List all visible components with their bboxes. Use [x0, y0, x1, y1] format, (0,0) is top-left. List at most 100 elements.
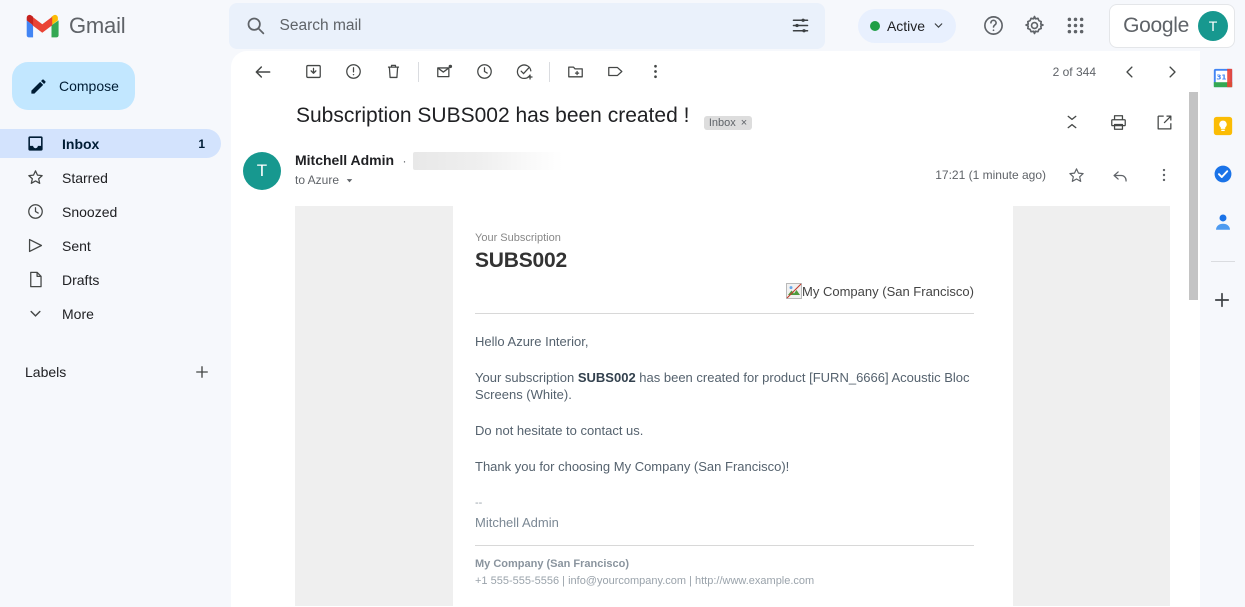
contact-line: Do not hesitate to contact us. [475, 423, 644, 438]
back-button[interactable] [243, 52, 283, 92]
report-spam-button[interactable] [333, 52, 373, 92]
avatar[interactable]: T [243, 152, 281, 190]
sidebar-item-label: Drafts [62, 271, 100, 288]
search-icon [245, 15, 266, 36]
sender-row: T Mitchell Admin · to Azure 17:21 (1 min… [231, 142, 1200, 195]
report-spam-icon [344, 62, 363, 81]
sidebar-item-drafts[interactable]: Drafts [0, 265, 231, 294]
more-options-button[interactable] [635, 52, 675, 92]
sidebar: Compose Inbox 1 Starred Snoozed Sent Dra… [0, 51, 231, 607]
collapse-all-icon [1063, 113, 1081, 131]
next-page-button[interactable] [1152, 52, 1192, 92]
subject-actions [1052, 102, 1184, 142]
sidebar-nav: Inbox 1 Starred Snoozed Sent Drafts More [0, 129, 231, 328]
collapse-all-button[interactable] [1052, 102, 1092, 142]
mark-unread-button[interactable] [424, 52, 464, 92]
google-tasks-icon[interactable] [1212, 163, 1234, 185]
labels-section-header: Labels [0, 357, 231, 386]
chevron-down-icon [344, 175, 355, 186]
apps-grid-icon[interactable] [1063, 14, 1087, 38]
gmail-m-logo-icon [26, 13, 60, 39]
previous-page-button[interactable] [1110, 52, 1150, 92]
close-icon[interactable]: × [741, 117, 747, 129]
email-body-frame: Your Subscription SUBS002 My Company (Sa… [295, 206, 1170, 606]
message-more-button[interactable] [1144, 155, 1184, 195]
sidebar-item-sent[interactable]: Sent [0, 231, 231, 260]
account-switcher[interactable]: Google T [1109, 3, 1235, 48]
email-html-card: Your Subscription SUBS002 My Company (Sa… [453, 206, 1013, 606]
your-subscription-label: Your Subscription [475, 232, 561, 244]
divider [1210, 261, 1235, 262]
compose-button[interactable]: Compose [12, 62, 135, 110]
thanks-line: Thank you for choosing My Company (San F… [475, 459, 790, 474]
help-icon[interactable] [981, 14, 1005, 38]
google-keep-icon[interactable] [1212, 115, 1234, 137]
star-button[interactable] [1056, 155, 1096, 195]
greeting-line: Hello Azure Interior, [475, 334, 589, 349]
signature-name: Mitchell Admin [475, 515, 559, 530]
broken-image-icon [786, 283, 803, 299]
sidebar-item-label: Inbox [62, 135, 100, 152]
scrollbar-thumb[interactable] [1189, 92, 1198, 300]
reply-icon [1111, 166, 1130, 185]
compose-label: Compose [59, 78, 119, 94]
star-icon [25, 168, 45, 188]
recipient-text: to Azure [295, 173, 340, 188]
reading-pane: 2 of 344 Subscription SUBS002 has been c… [231, 51, 1200, 607]
chevron-down-icon [25, 304, 45, 324]
snooze-clock-icon [475, 62, 494, 81]
snooze-button[interactable] [464, 52, 504, 92]
archive-button[interactable] [293, 52, 333, 92]
reply-button[interactable] [1100, 155, 1140, 195]
svg-text:31: 31 [1216, 72, 1226, 81]
add-to-tasks-button[interactable] [504, 52, 544, 92]
mark-unread-icon [435, 62, 454, 81]
labels-button[interactable] [595, 52, 635, 92]
google-wordmark: Google [1123, 13, 1189, 37]
search-options-icon[interactable] [790, 15, 811, 36]
delete-button[interactable] [373, 52, 413, 92]
archive-icon [304, 62, 323, 81]
move-to-button[interactable] [555, 52, 595, 92]
status-badge-active[interactable]: Active [857, 8, 957, 43]
label-tag-icon [606, 62, 625, 81]
gmail-app: Gmail Active [0, 0, 1245, 607]
inbox-icon [25, 134, 45, 154]
sidebar-item-more[interactable]: More [0, 299, 231, 328]
inbox-unread-count: 1 [198, 136, 205, 151]
divider [475, 545, 974, 546]
message-toolbar: 2 of 344 [231, 51, 1200, 92]
google-contacts-icon[interactable] [1212, 211, 1234, 233]
gmail-brand[interactable]: Gmail [0, 13, 224, 39]
search-input[interactable] [279, 16, 776, 35]
reading-pane-scrollbar[interactable] [1188, 92, 1200, 607]
avatar[interactable]: T [1198, 10, 1228, 41]
line-prefix: Your subscription [475, 370, 578, 385]
divider [475, 313, 974, 314]
print-button[interactable] [1098, 102, 1138, 142]
search-bar[interactable] [228, 2, 825, 49]
clock-icon [25, 202, 45, 222]
labels-title: Labels [25, 363, 67, 380]
open-in-new-window-button[interactable] [1144, 102, 1184, 142]
chevron-left-icon [1121, 63, 1139, 81]
move-to-folder-icon [566, 62, 585, 81]
plus-icon[interactable] [193, 363, 211, 381]
trash-icon [384, 62, 403, 81]
sidebar-item-starred[interactable]: Starred [0, 163, 231, 192]
gear-icon[interactable] [1022, 14, 1046, 38]
sidebar-item-inbox[interactable]: Inbox 1 [0, 129, 221, 158]
chevron-down-icon [932, 19, 945, 32]
label-chip-inbox[interactable]: Inbox × [703, 116, 753, 130]
sender-name: Mitchell Admin [295, 152, 395, 169]
sender-email-redacted [412, 152, 563, 170]
recipient-line[interactable]: to Azure [295, 173, 563, 187]
subject-row: Subscription SUBS002 has been created ! … [231, 92, 1200, 142]
label-chip-text: Inbox [708, 117, 736, 129]
sidebar-item-snoozed[interactable]: Snoozed [0, 197, 231, 226]
company-logo-row: My Company (San Francisco) [475, 283, 974, 299]
draft-icon [25, 270, 45, 290]
sidebar-item-label: More [62, 305, 94, 322]
plus-icon[interactable] [1212, 290, 1234, 312]
google-calendar-icon[interactable]: 31 [1212, 67, 1234, 89]
